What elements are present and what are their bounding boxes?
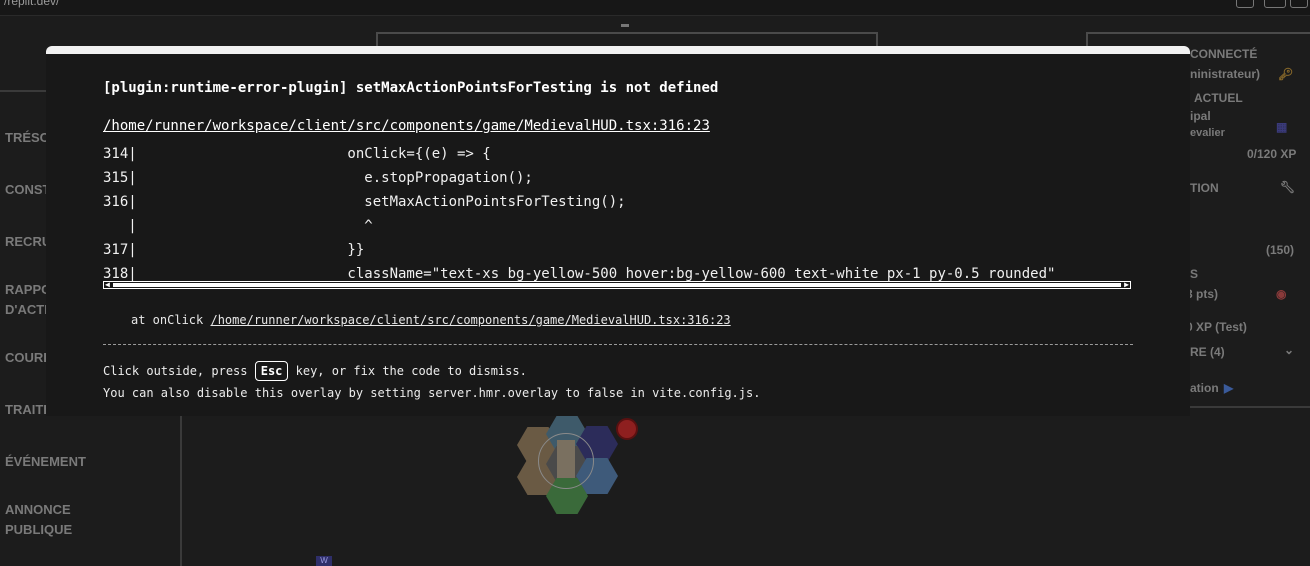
overlay-config-tip: You can also disable this overlay by set… [103, 386, 761, 400]
divider [103, 344, 1133, 345]
side-nav-annonce-line2: PUBLIQUE [5, 522, 73, 537]
play-icon[interactable]: ▶ [1224, 381, 1233, 395]
dropdown-label[interactable]: RE (4) [1190, 345, 1225, 359]
side-nav-tresor[interactable]: TRÉSO [5, 128, 50, 148]
scroll-left-icon[interactable]: ◀ [105, 280, 110, 289]
points-total: (150) [1266, 243, 1295, 257]
map-marker-icon[interactable]: W [316, 556, 332, 566]
tip-after: key, or fix the code to dismiss. [288, 364, 527, 378]
alert-marker-icon[interactable] [616, 418, 638, 440]
grid-icon: ▦ [1276, 120, 1288, 134]
side-nav-courier[interactable]: COURI [5, 348, 47, 368]
code-line: | ^ [103, 218, 373, 234]
key-icon[interactable]: 🔑︎ [1278, 67, 1293, 81]
section-title: TION [1190, 181, 1219, 195]
divider [0, 90, 46, 92]
side-nav-traite[interactable]: TRAITI [5, 400, 47, 420]
browser-top-bar: /replit.dev/ [0, 0, 1310, 16]
xp-test-button[interactable]: 0 XP (Test) [1186, 320, 1247, 334]
code-line: 316| setMaxActionPointsForTesting(); [103, 194, 626, 210]
current-label: ACTUEL [1194, 91, 1243, 105]
wrench-icon[interactable]: 🔧︎ [1280, 180, 1295, 194]
location-name: ipal [1190, 109, 1211, 123]
url-text: /replit.dev/ [4, 0, 60, 8]
esc-key: Esc [254, 361, 289, 381]
code-horizontal-scrollbar[interactable]: ◀ ▶ [103, 280, 1131, 289]
knight-avatar-icon[interactable] [557, 440, 575, 478]
side-nav-rapport-line2: D'ACTI [5, 302, 48, 317]
error-file-link[interactable]: /home/runner/workspace/client/src/compon… [103, 118, 710, 134]
stack-file-link[interactable]: /home/runner/workspace/client/src/compon… [210, 313, 730, 327]
action-link[interactable]: ation [1190, 381, 1219, 395]
stack-trace: at onClick /home/runner/workspace/client… [131, 313, 731, 327]
user-role: ninistrateur) [1190, 67, 1261, 81]
error-message: [plugin:runtime-error-plugin] setMaxActi… [103, 80, 719, 96]
stack-prefix: at onClick [131, 313, 211, 327]
xp-counter: 0/120 XP [1247, 147, 1297, 161]
side-nav-rapport[interactable]: RAPPO [5, 280, 51, 300]
error-overlay[interactable]: [plugin:runtime-error-plugin] setMaxActi… [46, 46, 1190, 416]
divider [180, 415, 182, 566]
target-icon: ◉ [1276, 287, 1287, 301]
window-button-icon[interactable] [1236, 0, 1254, 8]
code-line: 314| onClick={(e) => { [103, 146, 491, 162]
connection-status: CONNECTÉ [1190, 47, 1258, 61]
divider [1190, 406, 1310, 408]
code-frame: 314| onClick={(e) => { 315| e.stopPropag… [103, 142, 1133, 286]
scroll-right-icon[interactable]: ▶ [1124, 280, 1129, 289]
side-nav-recrutement[interactable]: RECRU [5, 232, 51, 252]
monitor-icon[interactable] [1264, 0, 1286, 8]
stat-label: S [1190, 267, 1199, 281]
side-nav-evenement[interactable]: ÉVÉNEMENT [5, 452, 86, 472]
tip-before: Click outside, press [103, 364, 255, 378]
dismiss-tip: Click outside, press Esc key, or fix the… [103, 360, 527, 382]
chevron-down-icon[interactable]: ⌄ [1284, 343, 1294, 357]
stat-points: 3 pts) [1186, 287, 1219, 301]
rank-label: evalier [1190, 127, 1225, 139]
side-nav-construction[interactable]: CONST [5, 180, 51, 200]
code-line: 317| }} [103, 242, 365, 258]
scrollbar-thumb[interactable] [113, 283, 1121, 287]
code-line: 315| e.stopPropagation(); [103, 170, 533, 186]
drag-handle[interactable] [621, 24, 629, 27]
edit-icon[interactable] [1290, 0, 1308, 8]
side-nav-annonce[interactable]: ANNONCE [5, 500, 71, 520]
